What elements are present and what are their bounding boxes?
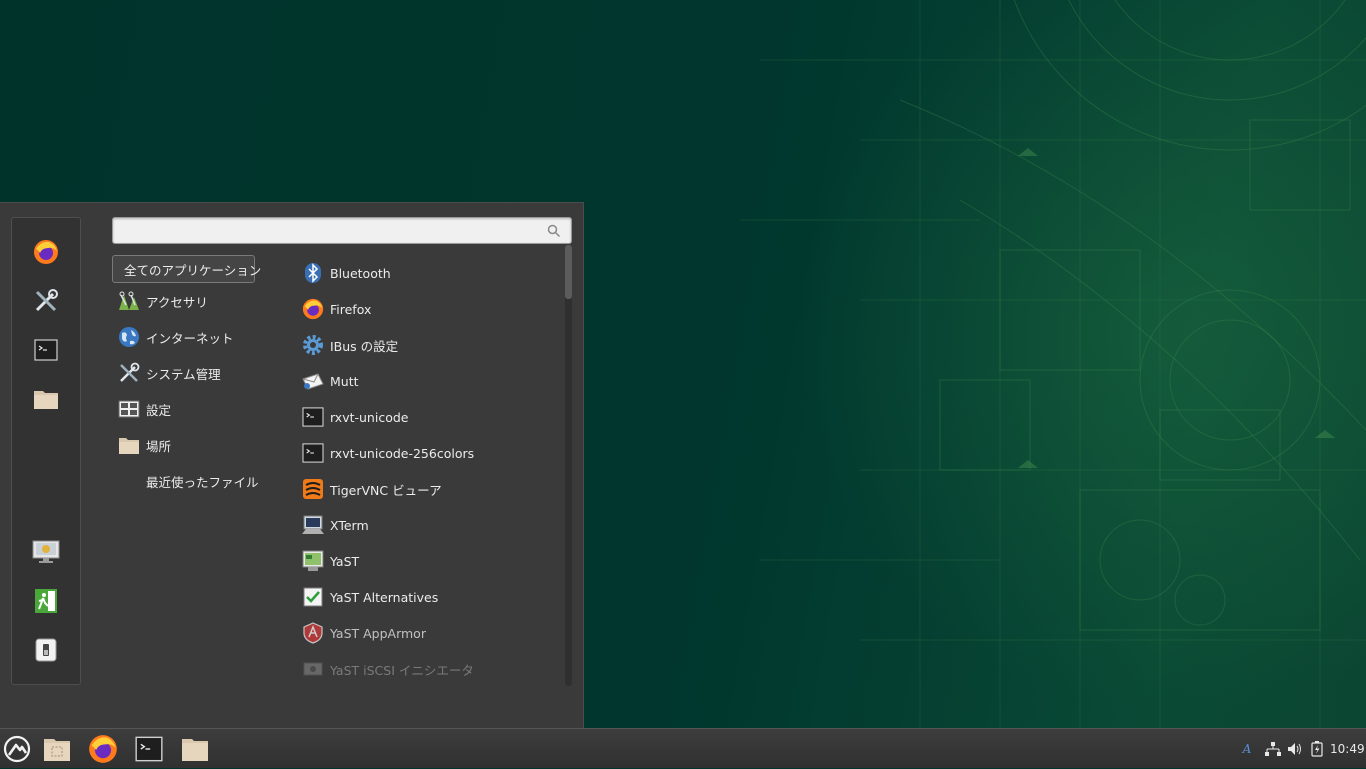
category-label: 全てのアプリケーション: [124, 262, 262, 278]
category-label: システム管理: [146, 366, 221, 382]
gear-icon: [302, 334, 324, 356]
mail-icon: [302, 370, 324, 392]
logout-icon: [35, 589, 57, 613]
xterm-icon: [302, 514, 324, 536]
search-field[interactable]: [112, 217, 572, 244]
category-all-applications[interactable]: 全てのアプリケーション: [112, 255, 261, 283]
category-settings[interactable]: 設定: [112, 395, 171, 423]
battery-icon: [1311, 741, 1323, 757]
lock-screen-icon: [32, 540, 60, 563]
search-icon: [547, 224, 561, 238]
taskbar-firefox-button[interactable]: [86, 732, 120, 766]
folder-icon: [118, 434, 140, 456]
network-button[interactable]: [1264, 729, 1282, 769]
show-desktop-icon: [44, 739, 70, 761]
application-menu-button[interactable]: [0, 732, 34, 766]
app-label: Firefox: [330, 301, 372, 317]
lock-screen-button[interactable]: [29, 535, 63, 569]
taskbar: A 10:49: [0, 728, 1366, 768]
scrollbar-thumb[interactable]: [565, 245, 572, 299]
keyboard-layout-label: A: [1242, 742, 1252, 756]
folder-icon: [34, 391, 58, 409]
battery-button[interactable]: [1308, 729, 1326, 769]
application-menu: 全てのアプリケーション アクセサリ インターネット システム管理 設定 場所 最…: [0, 202, 584, 728]
firefox-icon: [89, 735, 117, 763]
app-label: TigerVNC ビューア: [330, 482, 442, 498]
app-firefox[interactable]: Firefox: [302, 294, 371, 324]
favorite-firefox-button[interactable]: [29, 235, 63, 269]
firefox-icon: [302, 298, 324, 320]
category-label: アクセサリ: [146, 294, 208, 310]
accessories-icon: [118, 290, 140, 312]
app-yast-apparmor[interactable]: YaST AppArmor: [302, 618, 426, 648]
category-system-admin[interactable]: システム管理: [112, 359, 221, 387]
app-label: YaST iSCSI イニシエータ: [330, 662, 474, 678]
search-input[interactable]: [121, 221, 545, 242]
network-icon: [1265, 742, 1281, 756]
taskbar-terminal-button[interactable]: [132, 732, 166, 766]
iscsi-icon: [302, 658, 324, 680]
terminal-icon: [135, 736, 163, 762]
terminal-icon: [302, 406, 324, 428]
tigervnc-icon: [302, 478, 324, 500]
app-label: Mutt: [330, 373, 359, 389]
app-xterm[interactable]: XTerm: [302, 510, 369, 540]
shutdown-icon: [35, 638, 57, 662]
app-label: rxvt-unicode: [330, 409, 409, 425]
app-bluetooth[interactable]: Bluetooth: [302, 258, 391, 288]
tools-icon: [35, 289, 58, 312]
app-yast[interactable]: YaST: [302, 546, 359, 576]
folder-icon: [182, 739, 208, 761]
clock[interactable]: 10:49: [1330, 729, 1365, 769]
tools-icon: [118, 362, 140, 384]
application-list: Bluetooth Firefox IBus の設定 Mutt rxvt-uni…: [296, 255, 564, 685]
firefox-icon: [34, 240, 58, 264]
volume-icon: [1288, 743, 1301, 755]
volume-button[interactable]: [1286, 729, 1304, 769]
terminal-icon: [34, 339, 58, 361]
logout-button[interactable]: [29, 584, 63, 618]
app-label: XTerm: [330, 517, 369, 533]
app-label: IBus の設定: [330, 338, 399, 354]
favorites-panel: [11, 217, 81, 685]
checkmark-icon: [302, 586, 324, 608]
category-accessories[interactable]: アクセサリ: [112, 287, 208, 315]
app-list-scrollbar[interactable]: [565, 245, 572, 686]
category-label: 最近使ったファイル: [146, 474, 259, 490]
favorite-folder-button[interactable]: [29, 382, 63, 416]
app-tigervnc-viewer[interactable]: TigerVNC ビューア: [302, 474, 442, 504]
shutdown-button[interactable]: [29, 633, 63, 667]
category-label: インターネット: [146, 330, 234, 346]
app-label: YaST: [330, 553, 360, 569]
apparmor-shield-icon: [302, 622, 324, 644]
globe-icon: [118, 326, 140, 348]
app-label: YaST Alternatives: [330, 589, 439, 605]
category-internet[interactable]: インターネット: [112, 323, 234, 351]
taskbar-files-button[interactable]: [178, 732, 212, 766]
show-desktop-button[interactable]: [40, 732, 74, 766]
category-label: 場所: [146, 438, 172, 454]
app-yast-iscsi-initiator[interactable]: YaST iSCSI イニシエータ: [302, 654, 474, 684]
favorite-terminal-button[interactable]: [29, 333, 63, 367]
category-recent-files[interactable]: 最近使ったファイル: [112, 467, 259, 495]
terminal-icon: [302, 442, 324, 464]
bluetooth-icon: [302, 262, 324, 284]
category-label: 設定: [146, 402, 172, 418]
settings-icon: [118, 398, 140, 420]
app-label: rxvt-unicode-256colors: [330, 445, 475, 461]
keyboard-layout-indicator[interactable]: A: [1238, 729, 1256, 769]
app-ibus-settings[interactable]: IBus の設定: [302, 330, 398, 360]
category-places[interactable]: 場所: [112, 431, 171, 459]
yast-icon: [302, 550, 324, 572]
app-label: YaST AppArmor: [330, 625, 426, 641]
menu-logo-icon: [3, 735, 31, 763]
app-rxvt-unicode-256colors[interactable]: rxvt-unicode-256colors: [302, 438, 474, 468]
app-rxvt-unicode[interactable]: rxvt-unicode: [302, 402, 408, 432]
app-yast-alternatives[interactable]: YaST Alternatives: [302, 582, 438, 612]
favorite-tools-button[interactable]: [29, 284, 63, 318]
app-label: Bluetooth: [330, 265, 391, 281]
app-mutt[interactable]: Mutt: [302, 366, 359, 396]
